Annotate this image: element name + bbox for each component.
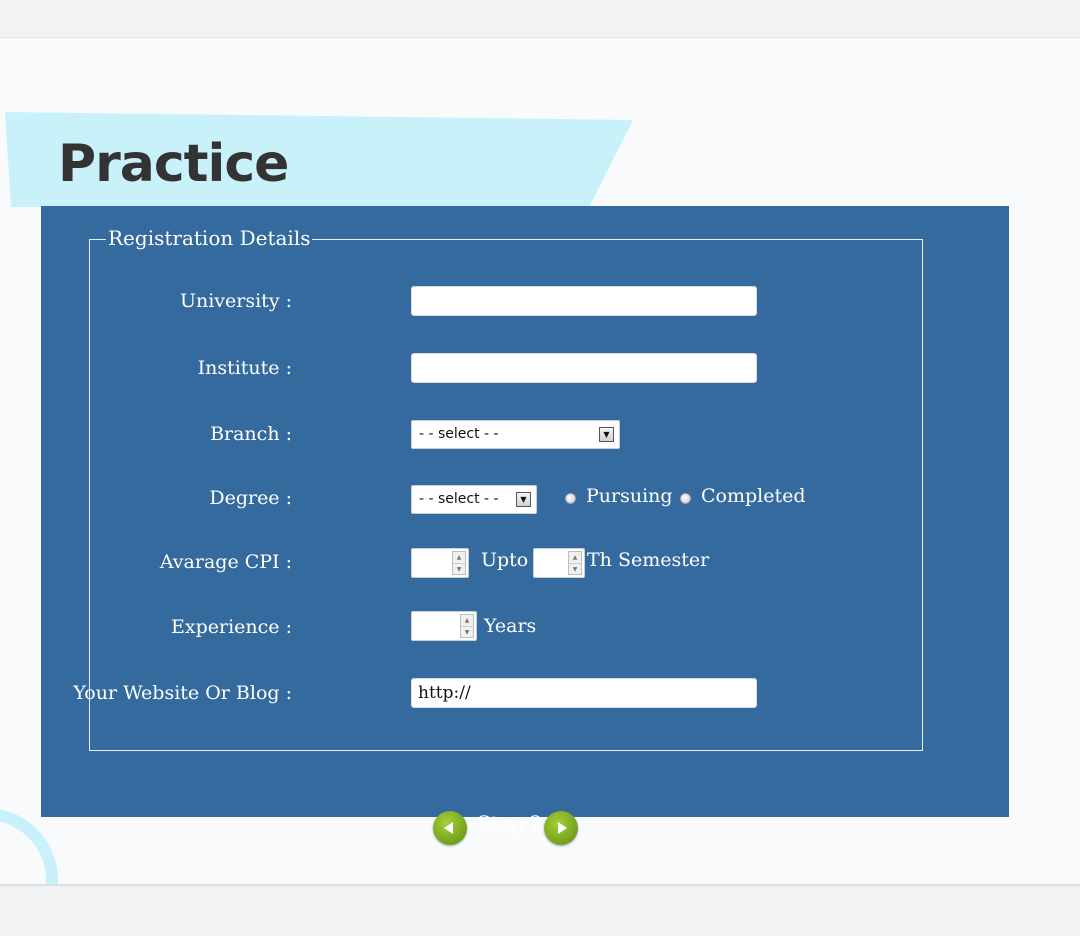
university-input[interactable] xyxy=(411,286,757,316)
arrow-left-icon[interactable] xyxy=(433,811,467,845)
website-input[interactable]: http:// xyxy=(411,678,757,708)
website-label: Your Website Or Blog : xyxy=(73,682,292,704)
top-strip xyxy=(0,0,1080,38)
institute-label: Institute : xyxy=(197,357,292,379)
branch-label: Branch : xyxy=(210,423,292,445)
bottom-strip xyxy=(0,886,1080,936)
spinner-icon[interactable]: ▲ ▼ xyxy=(452,551,466,575)
cpi-stepper[interactable]: ▲ ▼ xyxy=(411,548,469,578)
degree-select[interactable]: - - select - - ▼ xyxy=(411,485,537,514)
branch-select[interactable]: - - select - - ▼ xyxy=(411,420,620,449)
spinner-icon[interactable]: ▲ ▼ xyxy=(460,614,474,638)
step-label: Step 2 xyxy=(477,811,543,835)
fieldset-legend: Registration Details xyxy=(106,226,313,250)
degree-label: Degree : xyxy=(209,487,292,509)
semester-text: Th Semester xyxy=(587,549,710,571)
chevron-down-icon: ▼ xyxy=(599,427,614,442)
decorative-circle xyxy=(0,808,58,884)
content-card: Practice Registration Details University… xyxy=(0,38,1080,886)
cpi-label: Avarage CPI : xyxy=(159,551,292,573)
completed-radio[interactable] xyxy=(680,493,691,504)
spinner-icon[interactable]: ▲ ▼ xyxy=(568,551,582,575)
completed-label: Completed xyxy=(701,485,806,507)
semester-stepper[interactable]: ▲ ▼ xyxy=(533,548,585,578)
chevron-down-icon: ▼ xyxy=(516,492,531,507)
branch-select-value: - - select - - xyxy=(419,426,499,442)
pursuing-label: Pursuing xyxy=(586,485,673,507)
registration-fieldset: Registration Details University : Instit… xyxy=(73,226,923,751)
cpi-upto-text: Upto xyxy=(481,549,529,571)
experience-stepper[interactable]: ▲ ▼ xyxy=(411,611,477,641)
experience-label: Experience : xyxy=(171,616,292,638)
registration-panel: Registration Details University : Instit… xyxy=(41,206,1009,845)
arrow-right-icon[interactable] xyxy=(544,811,578,845)
university-label: University : xyxy=(179,290,292,312)
institute-input[interactable] xyxy=(411,353,757,383)
degree-select-value: - - select - - xyxy=(419,491,499,507)
page-title: Practice xyxy=(58,134,289,194)
pursuing-radio[interactable] xyxy=(565,493,576,504)
experience-unit: Years xyxy=(484,615,537,637)
